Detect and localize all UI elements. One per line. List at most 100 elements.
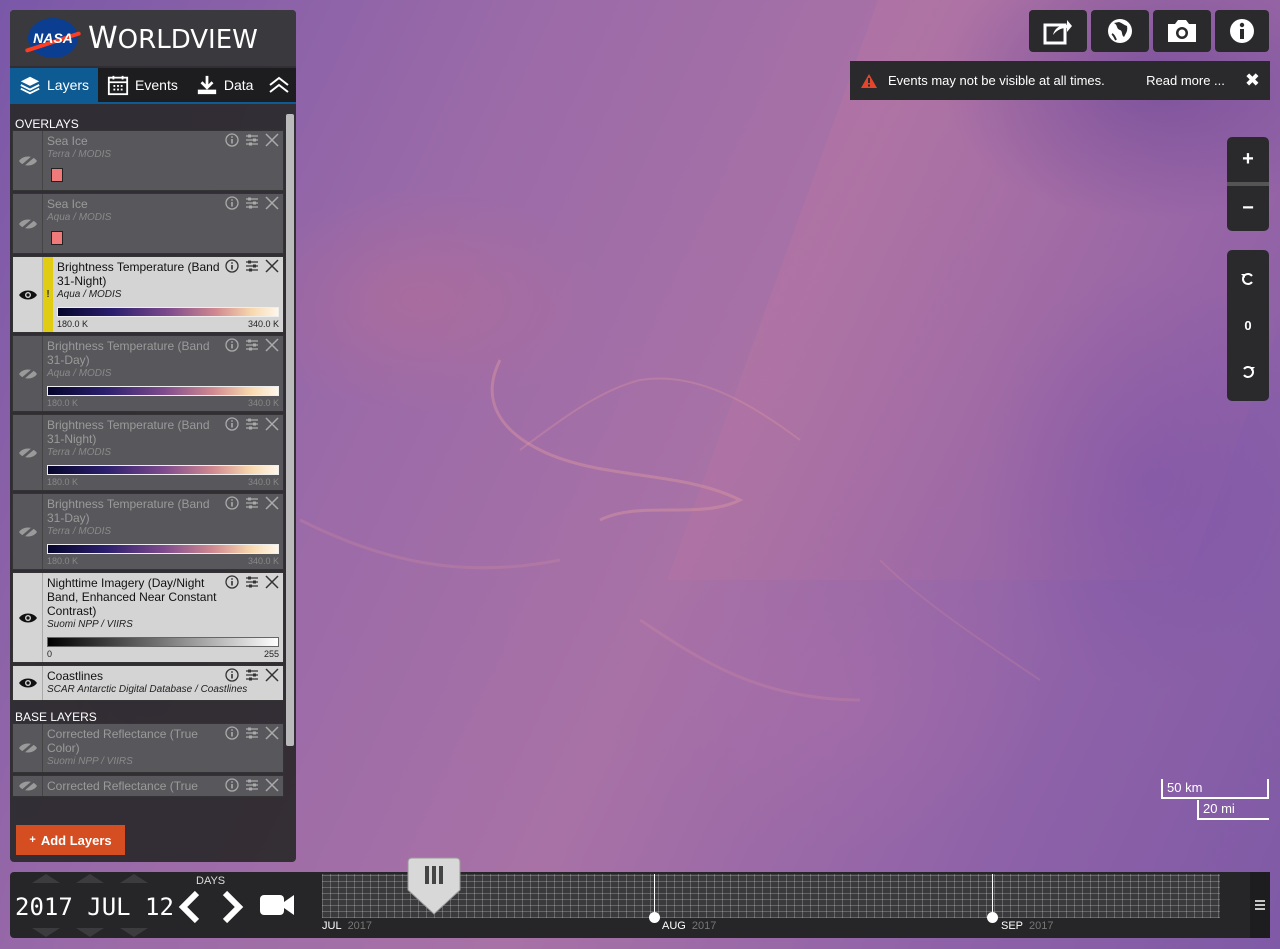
visibility-toggle[interactable] (13, 257, 43, 332)
layer-actions (225, 778, 279, 792)
layer-settings-icon[interactable] (245, 196, 259, 210)
remove-layer-icon[interactable] (265, 575, 279, 589)
visibility-toggle[interactable] (13, 415, 43, 490)
layer-info-icon[interactable] (225, 417, 239, 431)
nasa-logo[interactable]: NASA (28, 18, 78, 58)
previous-day-button[interactable] (175, 890, 205, 924)
layer-info-icon[interactable] (225, 726, 239, 740)
interval-label[interactable]: DAYS (196, 875, 225, 887)
month-down-arrow[interactable] (76, 928, 104, 937)
layer-settings-icon[interactable] (245, 496, 259, 510)
layer-item[interactable]: Corrected Reflectance (True (12, 775, 284, 797)
scale-bar-mi: 20 mi (1197, 800, 1269, 820)
share-button[interactable] (1029, 10, 1087, 52)
globe-icon (1108, 19, 1132, 43)
layer-settings-icon[interactable] (245, 668, 259, 682)
remove-layer-icon[interactable] (265, 133, 279, 147)
layer-info-icon[interactable] (225, 778, 239, 792)
month-up-arrow[interactable] (76, 874, 104, 883)
zoom-in-button[interactable]: + (1227, 137, 1269, 182)
rotation-reset-button[interactable]: 0 (1244, 318, 1251, 333)
app-title[interactable]: WORLDVIEW (88, 21, 258, 56)
next-day-button[interactable] (217, 890, 247, 924)
layer-warning[interactable]: ! (43, 257, 53, 332)
tab-data[interactable]: Data (187, 68, 263, 102)
year-down-arrow[interactable] (32, 928, 60, 937)
visibility-toggle[interactable] (13, 666, 43, 700)
read-more-link[interactable]: Read more ... (1146, 73, 1225, 88)
remove-layer-icon[interactable] (265, 778, 279, 792)
zoom-out-button[interactable]: − (1227, 186, 1269, 231)
visibility-toggle[interactable] (13, 336, 43, 411)
layer-actions (225, 259, 279, 273)
layer-item[interactable]: Brightness Temperature (Band 31-Day) Terr… (12, 493, 284, 570)
layer-settings-icon[interactable] (245, 338, 259, 352)
layer-info-icon[interactable] (225, 259, 239, 273)
tab-label: Layers (47, 77, 90, 93)
legend-min: 180.0 K (47, 398, 79, 408)
remove-layer-icon[interactable] (265, 668, 279, 682)
animation-video-icon[interactable] (259, 892, 295, 918)
visibility-toggle[interactable] (13, 194, 43, 253)
tab-events[interactable]: Events (98, 68, 187, 102)
layer-info-icon[interactable] (225, 668, 239, 682)
info-button[interactable] (1215, 10, 1269, 52)
layer-item[interactable]: Brightness Temperature (Band 31-Night) Te… (12, 414, 284, 491)
layer-item[interactable]: Sea Ice Terra / MODIS (12, 130, 284, 191)
day-down-arrow[interactable] (120, 928, 148, 937)
layer-info-icon[interactable] (225, 133, 239, 147)
snapshot-button[interactable] (1153, 10, 1211, 52)
rotate-ccw-icon[interactable] (1240, 271, 1256, 287)
timeline-date-handle[interactable] (404, 856, 464, 918)
visibility-toggle[interactable] (13, 494, 43, 569)
layer-settings-icon[interactable] (245, 133, 259, 147)
layer-settings-icon[interactable] (245, 778, 259, 792)
visibility-toggle[interactable] (13, 131, 43, 190)
layer-settings-icon[interactable] (245, 726, 259, 740)
eye-slash-icon (18, 741, 37, 755)
visibility-toggle[interactable] (13, 776, 43, 796)
layer-settings-icon[interactable] (245, 417, 259, 431)
legend-max: 340.0 K (247, 556, 279, 566)
remove-layer-icon[interactable] (265, 259, 279, 273)
layer-info-icon[interactable] (225, 496, 239, 510)
visibility-toggle[interactable] (13, 573, 43, 662)
add-layers-button[interactable]: + Add Layers (16, 825, 125, 855)
tab-layers[interactable]: Layers (10, 68, 99, 102)
layer-item[interactable]: Sea Ice Aqua / MODIS (12, 193, 284, 254)
eye-slash-icon (18, 216, 37, 231)
layer-item[interactable]: Coastlines SCAR Antarctic Digital Databas… (12, 665, 284, 701)
layer-item[interactable]: Nighttime Imagery (Day/Night Band, Enhan… (12, 572, 284, 663)
layer-info-icon[interactable] (225, 338, 239, 352)
remove-layer-icon[interactable] (265, 726, 279, 740)
layer-body: Sea Ice Aqua / MODIS (43, 194, 283, 253)
layer-list-scrollbar[interactable] (286, 114, 294, 746)
zoom-controls: + − (1227, 137, 1269, 231)
legend-range: 180.0 K 340.0 K (57, 319, 279, 329)
remove-layer-icon[interactable] (265, 338, 279, 352)
layer-item[interactable]: ! Brightness Temperature (Band 31-Night) A… (12, 256, 284, 333)
rotate-cw-icon[interactable] (1240, 364, 1256, 380)
layer-source: Terra / MODIS (47, 447, 112, 458)
legend-range: 0 255 (47, 649, 279, 659)
layer-item[interactable]: Brightness Temperature (Band 31-Day) Aqua… (12, 335, 284, 412)
layer-settings-icon[interactable] (245, 575, 259, 589)
year-up-arrow[interactable] (32, 874, 60, 883)
layer-item[interactable]: Corrected Reflectance (True Color) Suomi … (12, 723, 284, 773)
day-up-arrow[interactable] (120, 874, 148, 883)
layer-info-icon[interactable] (225, 196, 239, 210)
layer-settings-icon[interactable] (245, 259, 259, 273)
visibility-toggle[interactable] (13, 724, 43, 772)
projection-button[interactable] (1091, 10, 1149, 52)
remove-layer-icon[interactable] (265, 496, 279, 510)
date-display[interactable]: 2017 JUL 12 (15, 893, 174, 921)
timeline-menu-button[interactable] (1250, 872, 1270, 938)
collapse-sidebar-button[interactable] (262, 68, 296, 102)
alert-message: Events may not be visible at all times. (888, 73, 1105, 88)
layer-list[interactable]: OVERLAYS Sea Ice Terra / MODIS Sea Ice Aqua… (12, 114, 284, 824)
remove-layer-icon[interactable] (265, 417, 279, 431)
layer-info-icon[interactable] (225, 575, 239, 589)
add-layers-label: Add Layers (40, 832, 112, 848)
close-alert-button[interactable]: ✖ (1245, 70, 1260, 91)
remove-layer-icon[interactable] (265, 196, 279, 210)
